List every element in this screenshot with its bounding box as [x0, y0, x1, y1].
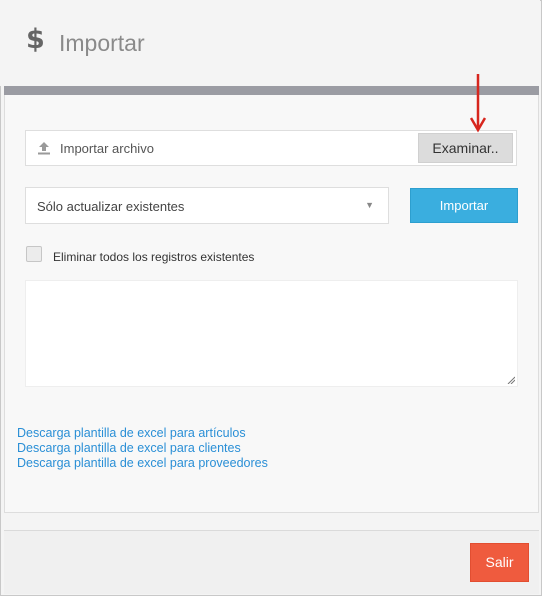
- chevron-down-icon: ▼: [365, 200, 374, 210]
- file-upload-field[interactable]: Importar archivo Examinar..: [25, 130, 517, 166]
- template-links: Descarga plantilla de excel para artícul…: [17, 426, 268, 471]
- resize-grip-icon[interactable]: [507, 376, 515, 384]
- delete-all-label: Eliminar todos los registros existentes: [53, 250, 255, 264]
- exit-button[interactable]: Salir: [470, 543, 529, 582]
- annotation-arrow-icon: [470, 74, 486, 133]
- template-link-clientes[interactable]: Descarga plantilla de excel para cliente…: [17, 441, 268, 456]
- template-link-proveedores[interactable]: Descarga plantilla de excel para proveed…: [17, 456, 268, 471]
- delete-all-checkbox[interactable]: [26, 246, 42, 262]
- template-link-articulos[interactable]: Descarga plantilla de excel para artícul…: [17, 426, 268, 441]
- import-log-textarea[interactable]: [25, 280, 518, 387]
- modal-header: $ Importar: [0, 0, 540, 86]
- dollar-icon: $: [26, 24, 45, 55]
- upload-icon: [38, 142, 50, 155]
- header-divider-bar: [4, 86, 539, 95]
- import-button[interactable]: Importar: [410, 188, 518, 223]
- import-mode-select[interactable]: Sólo actualizar existentes ▼: [25, 187, 389, 224]
- modal-title: Importar: [59, 30, 145, 56]
- browse-button[interactable]: Examinar..: [418, 133, 513, 163]
- modal-footer: [4, 530, 539, 594]
- import-mode-value: Sólo actualizar existentes: [37, 199, 185, 214]
- file-upload-placeholder: Importar archivo: [60, 141, 154, 156]
